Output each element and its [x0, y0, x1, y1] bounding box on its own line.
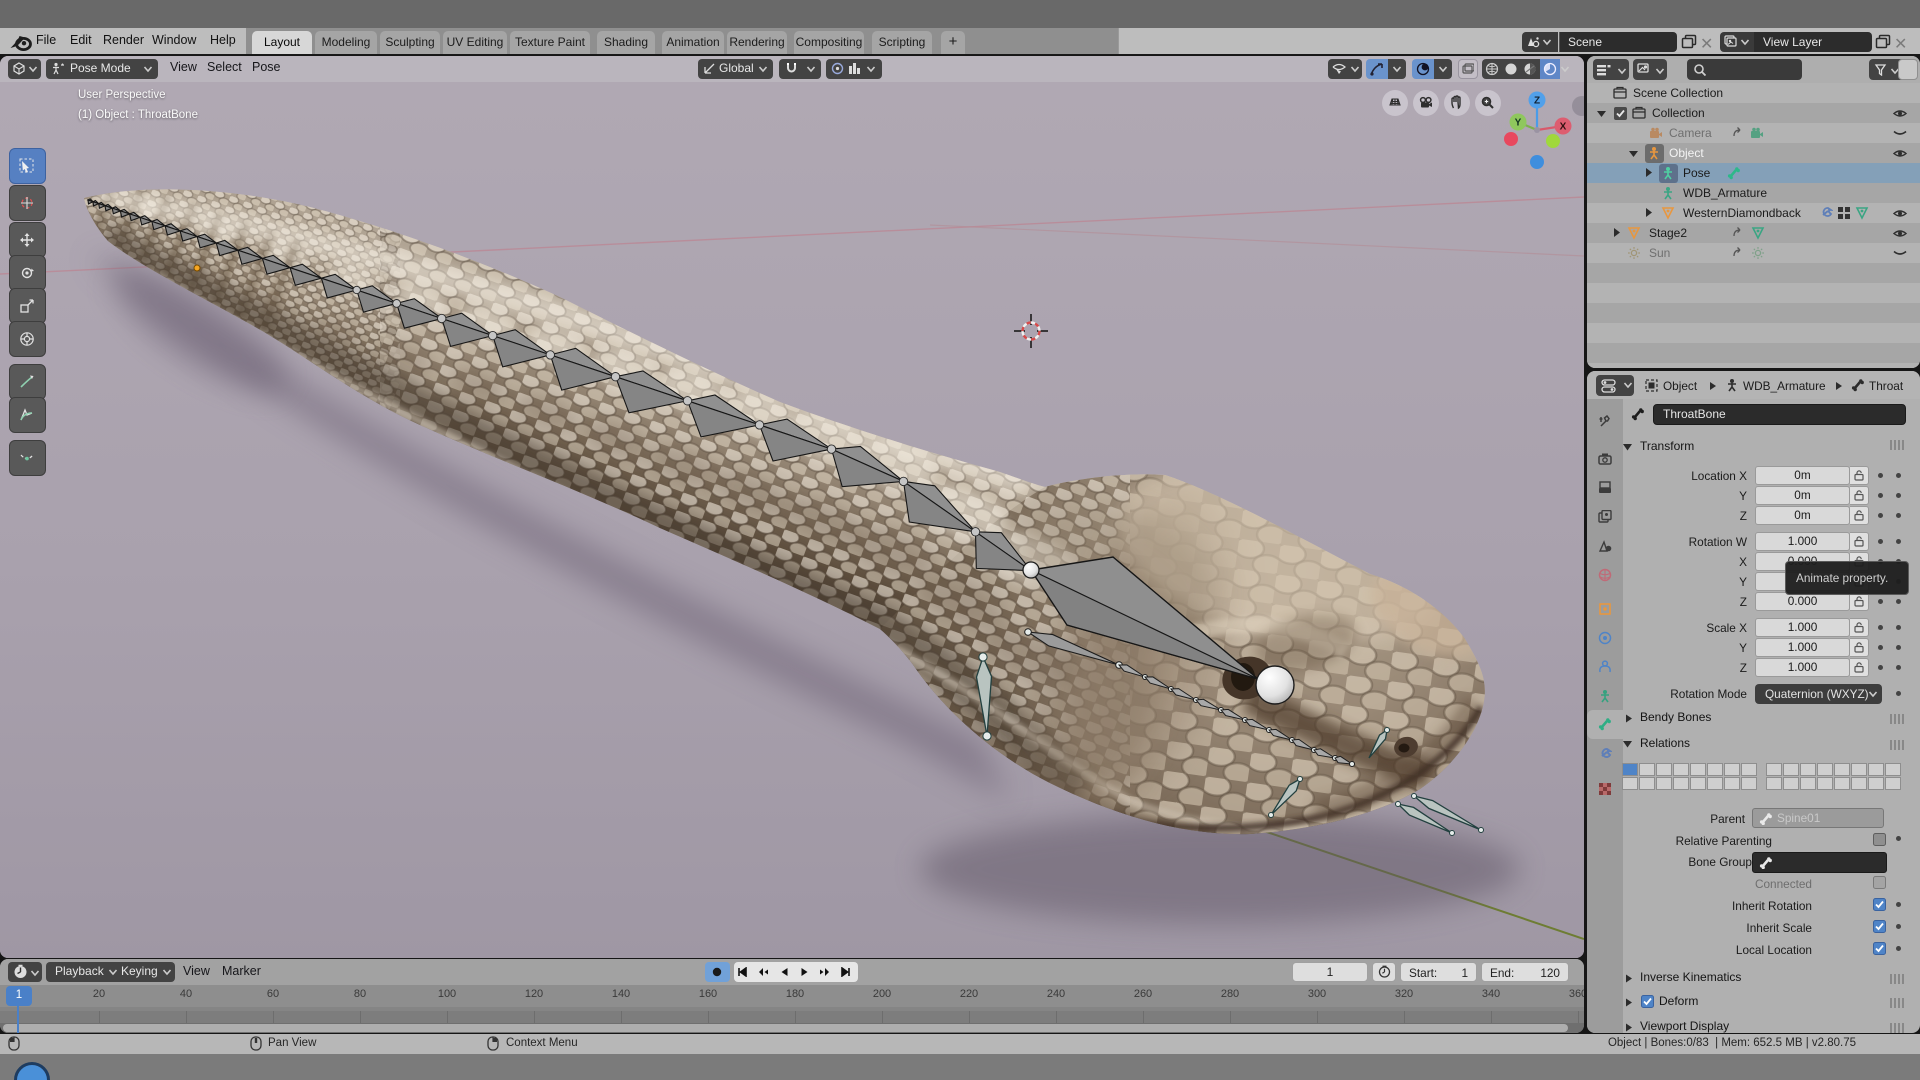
svg-text:Z: Z [1534, 96, 1540, 107]
svg-text:Y: Y [1515, 118, 1522, 129]
svg-text:X: X [1560, 122, 1567, 133]
